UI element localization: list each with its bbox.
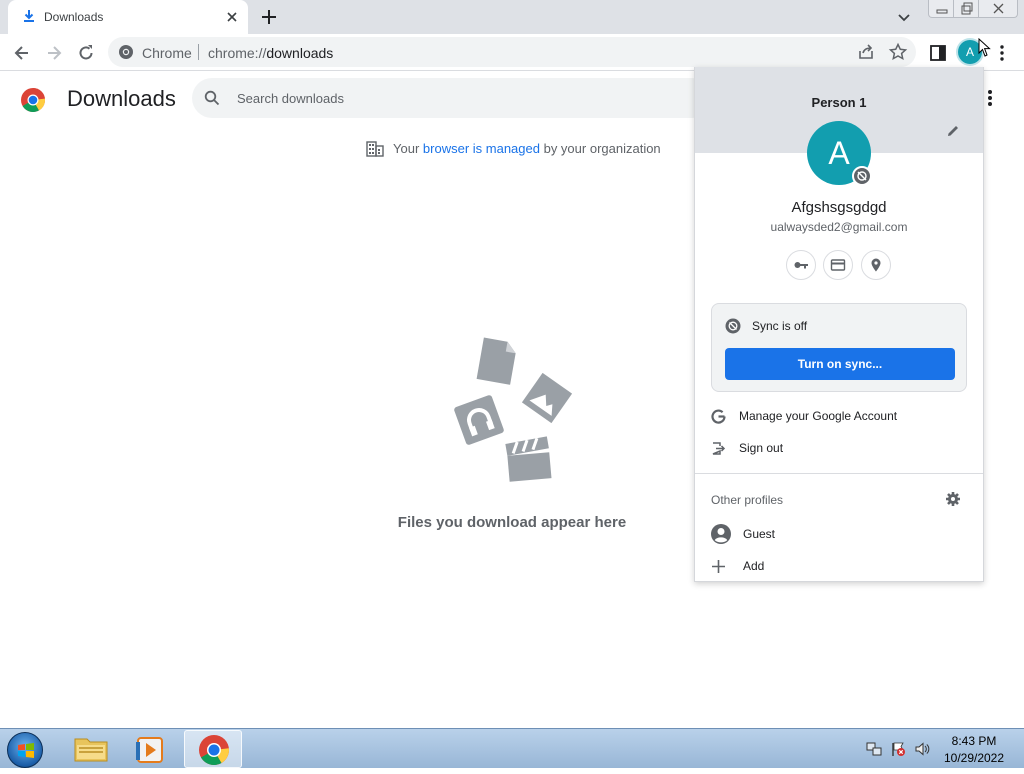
image-illustration-icon xyxy=(521,372,573,424)
search-icon xyxy=(204,90,220,106)
add-profile-item[interactable]: Add xyxy=(695,551,983,581)
media-player-icon xyxy=(136,737,163,763)
share-icon[interactable] xyxy=(856,42,876,62)
add-label: Add xyxy=(743,559,765,573)
sync-status-text: Sync is off xyxy=(752,319,808,333)
window-restore-button[interactable] xyxy=(953,0,979,18)
browser-menu-icon[interactable] xyxy=(992,43,1012,63)
volume-icon[interactable] xyxy=(914,741,930,757)
browser-toolbar: Chrome chrome://downloads A xyxy=(0,34,1024,71)
credit-card-icon xyxy=(830,259,846,271)
document-illustration-icon xyxy=(476,337,516,385)
video-illustration-icon xyxy=(505,436,552,482)
search-downloads-input[interactable]: Search downloads xyxy=(192,78,712,118)
empty-downloads-illustration xyxy=(454,337,573,482)
bookmark-star-icon[interactable] xyxy=(888,42,908,62)
download-icon xyxy=(24,10,34,22)
google-g-icon xyxy=(711,409,726,424)
clock-date[interactable]: 10/29/2022 xyxy=(938,751,1010,765)
manage-google-account-item[interactable]: Manage your Google Account xyxy=(695,401,983,431)
restore-icon xyxy=(961,2,973,15)
edit-pencil-icon[interactable] xyxy=(945,123,961,139)
windows-taskbar: 8:43 PM 10/29/2022 xyxy=(0,728,1024,768)
address-bar[interactable]: Chrome chrome://downloads xyxy=(108,37,916,67)
page-more-icon[interactable] xyxy=(982,88,998,108)
guest-label: Guest xyxy=(743,527,776,541)
action-center-flag-icon[interactable] xyxy=(890,741,906,757)
account-name: Afgshsgsgdgd xyxy=(791,199,887,216)
manage-profiles-gear-icon[interactable] xyxy=(945,491,961,507)
start-button[interactable] xyxy=(7,732,43,768)
omnibox-url[interactable]: chrome://downloads xyxy=(208,45,333,61)
sign-out-label: Sign out xyxy=(739,441,784,455)
windows-logo-icon xyxy=(18,743,34,758)
taskbar-explorer[interactable] xyxy=(62,730,120,768)
profile-menu: Person 1 A Afgshsgsgdgd ualwaysded2@gmai… xyxy=(694,67,984,582)
network-icon[interactable] xyxy=(866,741,882,757)
audio-illustration-icon xyxy=(454,395,504,445)
window-minimize-button[interactable] xyxy=(928,0,954,18)
url-scheme: chrome:// xyxy=(208,45,267,61)
managed-text: Your browser is managed by your organiza… xyxy=(393,141,661,156)
managed-suffix: by your organization xyxy=(543,141,661,156)
profile-name: Person 1 xyxy=(811,95,867,110)
reload-icon[interactable] xyxy=(76,43,96,63)
clock-time[interactable]: 8:43 PM xyxy=(944,734,1004,748)
managed-prefix: Your xyxy=(393,141,420,156)
chrome-logo-icon xyxy=(21,88,45,113)
addresses-button[interactable] xyxy=(861,250,891,280)
sync-paused-badge xyxy=(852,166,872,186)
tab-downloads[interactable]: Downloads xyxy=(8,0,248,34)
omnibox-chip-label: Chrome xyxy=(142,45,192,61)
window-close-button[interactable] xyxy=(978,0,1018,18)
tab-close-icon[interactable] xyxy=(224,9,240,25)
forward-icon[interactable] xyxy=(44,43,64,63)
browser-managed-link[interactable]: browser is managed xyxy=(423,141,540,156)
mouse-cursor-icon xyxy=(978,38,991,57)
account-email: ualwaysded2@gmail.com xyxy=(770,220,908,234)
other-profiles-heading: Other profiles xyxy=(711,493,784,507)
tab-title: Downloads xyxy=(44,10,104,24)
taskbar-media-player[interactable] xyxy=(122,730,180,768)
payment-methods-button[interactable] xyxy=(823,250,853,280)
key-icon xyxy=(794,262,808,269)
new-tab-icon[interactable] xyxy=(260,8,278,26)
passwords-button[interactable] xyxy=(786,250,816,280)
building-icon xyxy=(366,141,384,157)
sign-out-item[interactable]: Sign out xyxy=(695,433,983,463)
sync-off-icon xyxy=(857,171,867,181)
chrome-taskbar-icon xyxy=(199,735,229,766)
sync-section: Sync is off Turn on sync... xyxy=(711,303,967,392)
sync-off-icon xyxy=(725,318,741,334)
tab-strip: Downloads xyxy=(0,0,1024,34)
menu-divider xyxy=(695,473,983,474)
guest-profile-item[interactable]: Guest xyxy=(695,518,983,552)
close-icon xyxy=(993,3,1004,14)
plus-icon xyxy=(712,560,725,573)
back-icon[interactable] xyxy=(12,43,32,63)
guest-avatar-icon xyxy=(711,524,731,544)
location-pin-icon xyxy=(871,258,881,272)
page-title: Downloads xyxy=(67,86,176,111)
turn-on-sync-button[interactable]: Turn on sync... xyxy=(725,348,955,380)
omnibox-separator xyxy=(198,44,199,60)
taskbar-chrome[interactable] xyxy=(184,730,242,768)
chrome-site-icon xyxy=(119,45,133,59)
sign-out-icon xyxy=(712,442,726,455)
side-panel-icon[interactable] xyxy=(928,43,948,63)
minimize-icon xyxy=(936,9,948,14)
url-host: downloads xyxy=(266,45,334,61)
tab-search-chevron-icon[interactable] xyxy=(896,9,912,25)
manage-account-label: Manage your Google Account xyxy=(739,409,898,423)
folder-icon xyxy=(74,738,108,762)
search-placeholder: Search downloads xyxy=(237,91,344,106)
